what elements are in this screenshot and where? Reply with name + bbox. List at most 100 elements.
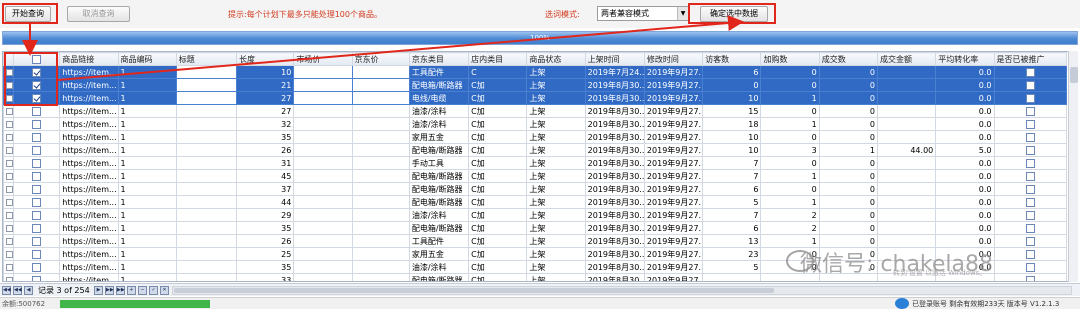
column-header[interactable]: 长度 xyxy=(236,52,295,66)
column-header[interactable]: 京东价 xyxy=(351,52,410,66)
row-expand-cell[interactable] xyxy=(3,221,15,235)
expand-icon[interactable] xyxy=(6,263,13,271)
row-expand-cell[interactable] xyxy=(3,260,15,274)
expand-icon[interactable] xyxy=(6,94,13,102)
promoted-checkbox[interactable] xyxy=(1025,67,1035,77)
promoted-checkbox[interactable] xyxy=(1025,158,1035,168)
expand-icon[interactable] xyxy=(6,81,13,89)
expand-icon[interactable] xyxy=(6,107,13,115)
cell-promoted[interactable] xyxy=(993,65,1068,79)
expand-icon[interactable] xyxy=(6,211,13,219)
promoted-checkbox[interactable] xyxy=(1025,249,1035,259)
cell-promoted[interactable] xyxy=(993,156,1068,170)
expand-icon[interactable] xyxy=(6,146,13,154)
row-checkbox-cell[interactable] xyxy=(13,260,61,274)
row-expand-cell[interactable] xyxy=(3,247,15,261)
column-header[interactable]: 成交数 xyxy=(818,52,878,66)
row-expand-cell[interactable] xyxy=(3,273,15,281)
column-header[interactable]: 京东类目 xyxy=(408,52,470,66)
row-expand-cell[interactable] xyxy=(3,130,15,144)
row-checkbox-cell[interactable] xyxy=(13,182,61,196)
row-checkbox-cell[interactable] xyxy=(13,78,61,92)
row-expand-cell[interactable] xyxy=(3,195,15,209)
row-checkbox-cell[interactable] xyxy=(13,91,61,105)
table-row[interactable]: https://item... 1 32 油漆/涂料 C加 上架 2019年8月30... 2… xyxy=(3,117,1068,131)
expand-icon[interactable] xyxy=(6,68,13,76)
cell-promoted[interactable] xyxy=(993,247,1068,261)
table-row[interactable]: https://item... 1 35 配电箱/断路器 C加 上架 2019年8月30..… xyxy=(3,221,1068,235)
cell-promoted[interactable] xyxy=(993,78,1068,92)
row-checkbox-cell[interactable] xyxy=(13,156,61,170)
cancel-query-button[interactable]: 取消查询 xyxy=(67,6,130,22)
row-checkbox[interactable] xyxy=(32,80,42,90)
delete-record-icon[interactable]: − xyxy=(138,286,147,295)
row-checkbox[interactable] xyxy=(32,171,42,181)
column-header[interactable]: 成交金额 xyxy=(876,52,937,66)
row-checkbox-cell[interactable] xyxy=(13,247,61,261)
row-checkbox[interactable] xyxy=(32,106,42,116)
promoted-checkbox[interactable] xyxy=(1025,80,1035,90)
column-header[interactable]: 市场价 xyxy=(293,52,353,66)
column-header[interactable]: 平均转化率 xyxy=(935,52,995,66)
expand-icon[interactable] xyxy=(6,159,13,167)
promoted-checkbox[interactable] xyxy=(1025,262,1035,272)
column-header[interactable]: 商品编码 xyxy=(117,52,177,66)
row-expand-cell[interactable] xyxy=(3,143,15,157)
column-header[interactable]: 店内类目 xyxy=(468,52,528,66)
row-expand-cell[interactable] xyxy=(3,65,15,79)
promoted-checkbox[interactable] xyxy=(1025,106,1035,116)
promoted-checkbox[interactable] xyxy=(1025,275,1035,281)
column-header[interactable]: 是否已被推广 xyxy=(993,52,1068,66)
expand-icon[interactable] xyxy=(6,276,13,281)
cell-promoted[interactable] xyxy=(993,143,1068,157)
promoted-checkbox[interactable] xyxy=(1025,184,1035,194)
cell-promoted[interactable] xyxy=(993,169,1068,183)
column-header[interactable]: 访客数 xyxy=(702,52,762,66)
row-checkbox[interactable] xyxy=(32,275,42,281)
row-expand-cell[interactable] xyxy=(3,104,15,118)
row-expand-cell[interactable] xyxy=(3,234,15,248)
vertical-scrollbar[interactable] xyxy=(1068,51,1078,282)
row-checkbox[interactable] xyxy=(32,262,42,272)
expand-icon[interactable] xyxy=(6,198,13,206)
start-query-button[interactable]: 开始查询 xyxy=(5,6,51,22)
column-header[interactable]: 加购数 xyxy=(760,52,820,66)
vertical-scroll-thumb[interactable] xyxy=(1070,67,1078,83)
expand-icon[interactable] xyxy=(6,133,13,141)
select-all-checkbox[interactable] xyxy=(32,54,42,64)
row-checkbox[interactable] xyxy=(32,145,42,155)
promoted-checkbox[interactable] xyxy=(1025,171,1035,181)
row-checkbox[interactable] xyxy=(32,67,42,77)
horizontal-scroll-thumb[interactable] xyxy=(174,288,774,293)
expand-icon[interactable] xyxy=(6,237,13,245)
confirm-selection-button[interactable]: 确定选中数据 xyxy=(700,6,768,22)
row-checkbox[interactable] xyxy=(32,249,42,259)
column-header[interactable]: 修改时间 xyxy=(643,52,704,66)
row-checkbox-cell[interactable] xyxy=(13,143,61,157)
row-checkbox-cell[interactable] xyxy=(13,65,61,79)
row-expand-cell[interactable] xyxy=(3,78,15,92)
row-expand-cell[interactable] xyxy=(3,182,15,196)
chevron-down-icon[interactable]: ▼ xyxy=(677,7,688,20)
promoted-checkbox[interactable] xyxy=(1025,197,1035,207)
save-record-icon[interactable]: ✓ xyxy=(149,286,158,295)
row-checkbox-cell[interactable] xyxy=(13,117,61,131)
prev-page-icon[interactable]: ◀◀ xyxy=(13,286,22,295)
column-header[interactable]: 标题 xyxy=(175,52,238,66)
promoted-checkbox[interactable] xyxy=(1025,119,1035,129)
next-record-icon[interactable]: ▶ xyxy=(94,286,103,295)
row-checkbox[interactable] xyxy=(32,119,42,129)
add-record-icon[interactable]: + xyxy=(127,286,136,295)
table-row[interactable]: https://item... 1 45 配电箱/断路器 C加 上架 2019年8月30..… xyxy=(3,169,1068,183)
row-checkbox-cell[interactable] xyxy=(13,169,61,183)
column-header[interactable]: 商品链接 xyxy=(59,52,119,66)
expand-icon[interactable] xyxy=(6,185,13,193)
table-row[interactable]: https://item... 1 27 油漆/涂料 C加 上架 2019年8月30... 2… xyxy=(3,104,1068,118)
first-record-icon[interactable]: ◀◀ xyxy=(2,286,11,295)
column-header[interactable]: 上架时间 xyxy=(584,52,645,66)
expand-icon[interactable] xyxy=(6,224,13,232)
table-row[interactable]: https://item... 1 35 家用五金 C加 上架 2019年8月30... 20… xyxy=(3,130,1068,144)
promoted-checkbox[interactable] xyxy=(1025,132,1035,142)
cell-promoted[interactable] xyxy=(993,130,1068,144)
promoted-checkbox[interactable] xyxy=(1025,210,1035,220)
